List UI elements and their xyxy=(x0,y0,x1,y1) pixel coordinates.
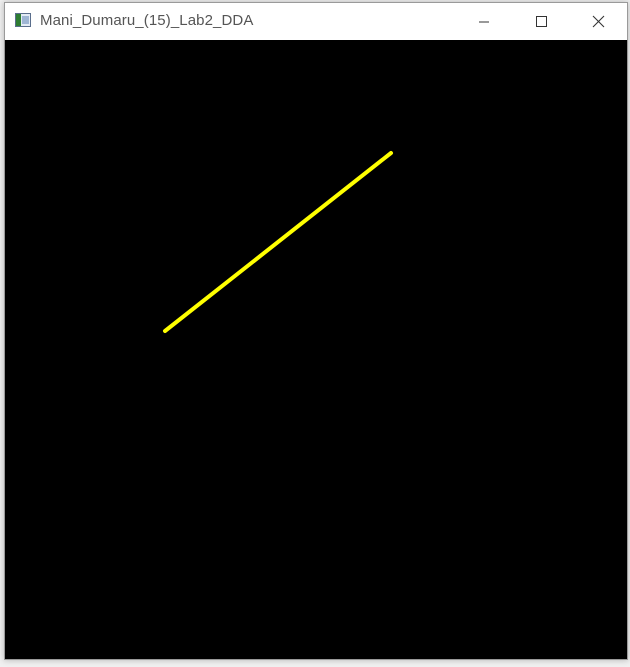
canvas-svg xyxy=(163,151,393,333)
maximize-icon xyxy=(536,15,547,27)
close-icon xyxy=(592,15,604,28)
drawing-canvas xyxy=(5,40,627,659)
maximize-button[interactable] xyxy=(519,3,565,40)
close-button[interactable] xyxy=(575,3,621,40)
minimize-icon xyxy=(479,21,489,22)
app-window: Mani_Dumaru_(15)_Lab2_DDA xyxy=(4,2,628,660)
dda-line xyxy=(163,151,393,333)
window-title: Mani_Dumaru_(15)_Lab2_DDA xyxy=(40,12,254,29)
minimize-button[interactable] xyxy=(461,3,507,40)
title-bar[interactable]: Mani_Dumaru_(15)_Lab2_DDA xyxy=(5,3,627,40)
app-window-icon[interactable] xyxy=(15,13,31,27)
